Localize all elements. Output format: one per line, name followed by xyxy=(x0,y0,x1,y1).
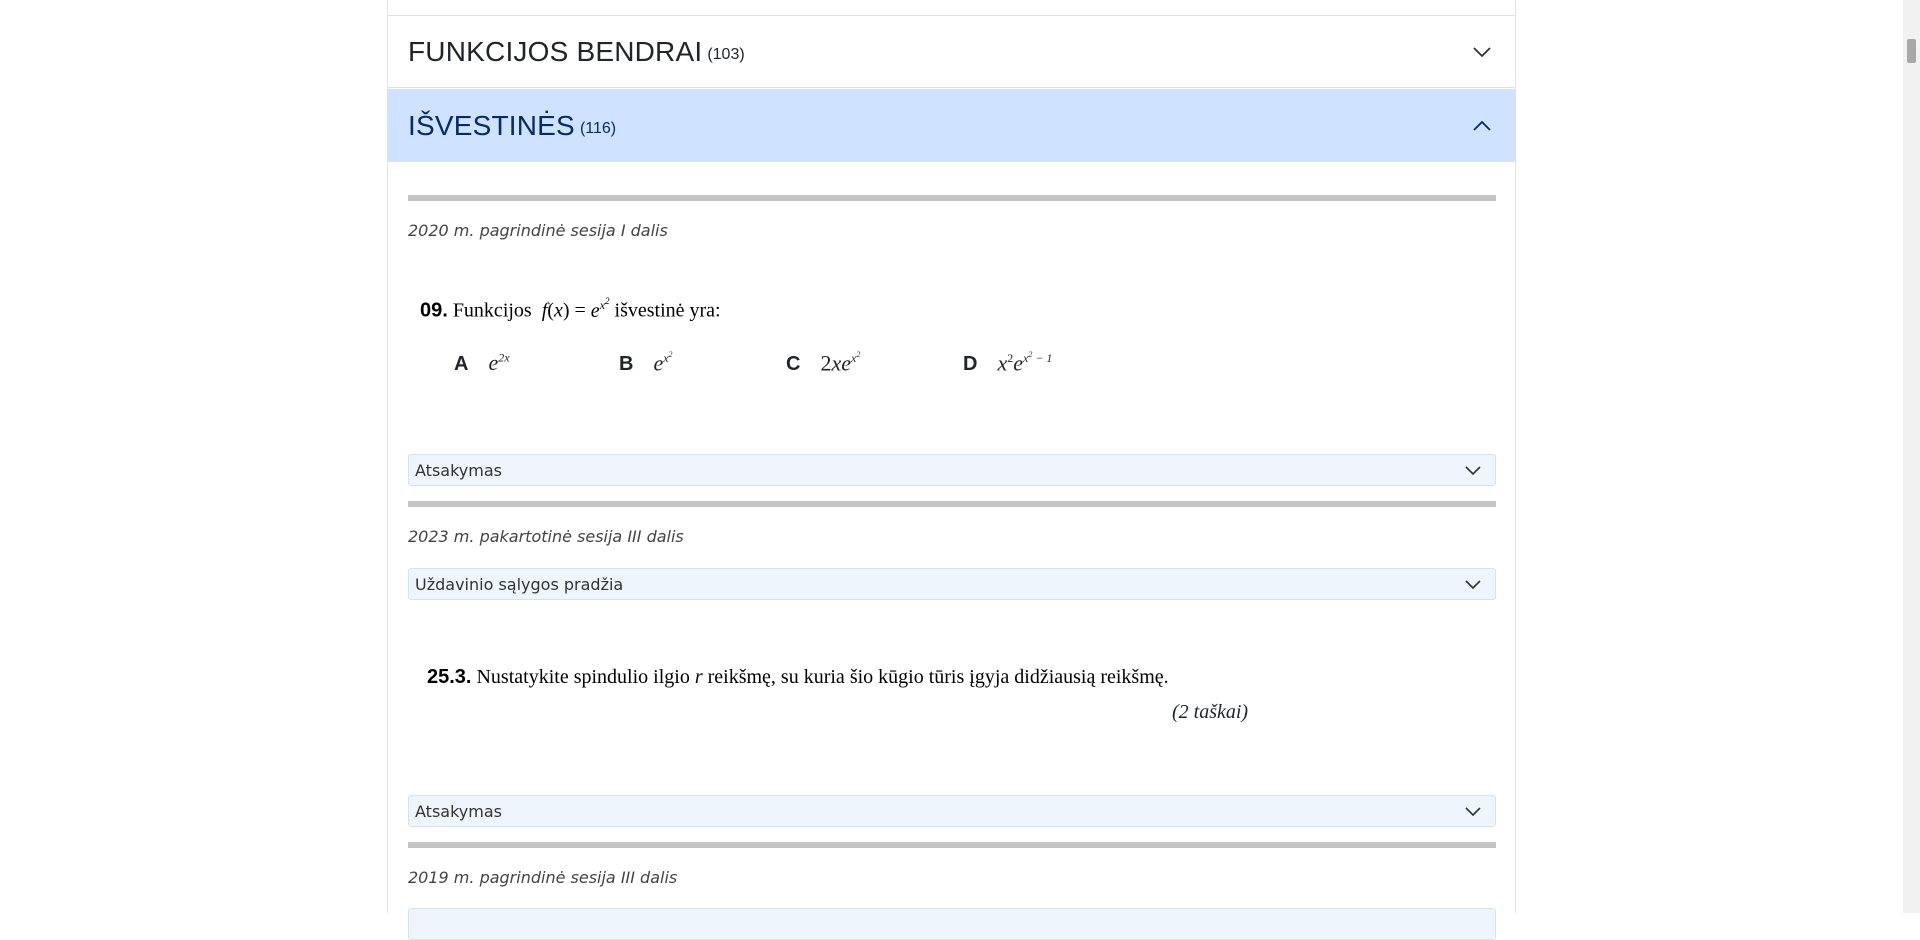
option-d[interactable]: D x2ex2 − 1 xyxy=(963,350,1052,376)
condition-toggle[interactable]: Uždavinio sąlygos pradžia xyxy=(408,568,1496,600)
accordion-count: (116) xyxy=(579,119,617,137)
question-text: reikšmę, su kuria šio kūgio tūris įgyja … xyxy=(707,666,1169,688)
option-c[interactable]: C 2xex2 xyxy=(786,350,860,376)
question-text: išvestinė yra: xyxy=(614,299,721,322)
variable-r: r xyxy=(694,666,703,688)
answer-toggle[interactable]: Atsakymas xyxy=(408,795,1496,827)
chevron-up-icon xyxy=(1473,120,1491,131)
answer-toggle[interactable]: Atsakymas xyxy=(408,454,1496,486)
option-b[interactable]: B ex2 xyxy=(619,350,673,376)
chevron-down-icon xyxy=(1473,46,1491,57)
main-container: FUNKCIJOS BENDRAI (103) IŠVESTINĖS (116)… xyxy=(387,0,1516,940)
accordion-funkcijos-bendrai[interactable]: FUNKCIJOS BENDRAI (103) xyxy=(388,15,1515,88)
accordion-count: (103) xyxy=(707,45,745,63)
divider xyxy=(408,842,1496,848)
question-number: 09. xyxy=(420,299,448,322)
points-label: (2 taškai) xyxy=(1172,701,1249,723)
question-text: Nustatykite spindulio ilgio xyxy=(476,666,690,688)
accordion-isvestines[interactable]: IŠVESTINĖS (116) xyxy=(388,89,1515,162)
divider xyxy=(408,195,1496,201)
question-number: 25.3. xyxy=(427,666,472,688)
session-label: 2020 m. pagrindinė sesija I dalis xyxy=(408,221,668,240)
divider xyxy=(408,501,1496,507)
scrollbar[interactable] xyxy=(1903,0,1920,913)
question-09: 09. Funkcijos f(x) = ex2 išvestinė yra: xyxy=(420,296,721,322)
chevron-down-icon xyxy=(1465,580,1481,590)
question-text: Funkcijos xyxy=(452,299,532,322)
option-a[interactable]: A e2x xyxy=(454,350,510,376)
accordion-title: IŠVESTINĖS xyxy=(408,109,575,141)
chevron-down-icon xyxy=(1465,466,1481,476)
accordion-title: FUNKCIJOS BENDRAI xyxy=(408,35,703,67)
session-label: 2019 m. pagrindinė sesija III dalis xyxy=(408,868,678,887)
session-label: 2023 m. pakartotinė sesija III dalis xyxy=(408,527,684,546)
question-formula: f xyxy=(536,299,548,322)
chevron-down-icon xyxy=(1465,807,1481,817)
scrollbar-thumb[interactable] xyxy=(1907,39,1916,63)
question-25-3: 25.3. Nustatykite spindulio ilgio r reik… xyxy=(427,666,1169,689)
